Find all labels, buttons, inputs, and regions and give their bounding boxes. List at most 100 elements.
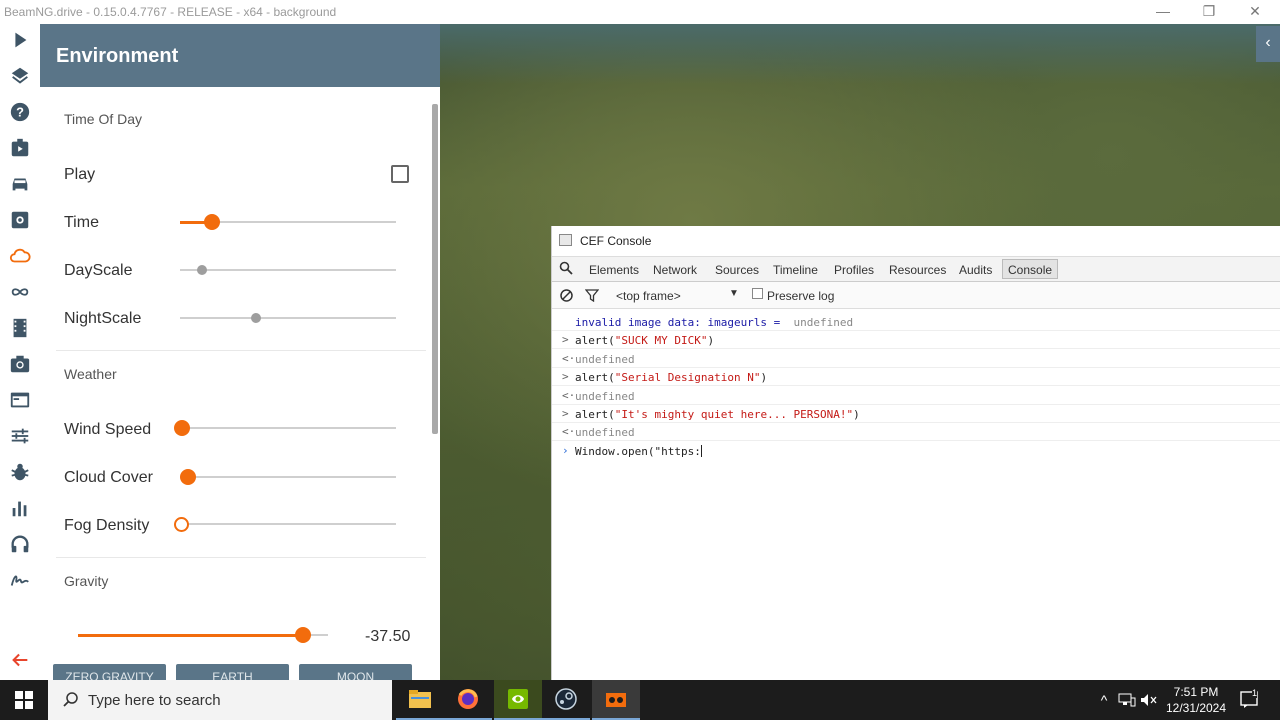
filter-icon[interactable]	[584, 289, 600, 305]
console-token: undefined	[575, 352, 635, 366]
network-icon[interactable]	[1116, 680, 1138, 720]
tab-network[interactable]: Network	[653, 263, 697, 277]
slider-thumb[interactable]	[174, 420, 190, 436]
console-token: alert(	[575, 371, 615, 385]
beamng-icon[interactable]	[592, 680, 640, 720]
dayscale-slider[interactable]	[180, 265, 396, 275]
windows-start-icon[interactable]	[0, 680, 48, 720]
fog-density-slider[interactable]	[173, 516, 396, 532]
layers-icon[interactable]	[8, 64, 32, 88]
browser-icon[interactable]	[8, 388, 32, 412]
restore-button[interactable]: ❐	[1186, 0, 1232, 24]
play-icon[interactable]	[8, 28, 32, 52]
console-input-line[interactable]: › Window.open("https:	[552, 442, 1280, 460]
clock-time: 7:51 PM	[1173, 685, 1219, 699]
tab-console[interactable]: Console	[1002, 259, 1059, 279]
cef-console-window: CEF Console Elements Network Sources Tim…	[551, 226, 1280, 680]
collapse-panel-button[interactable]: ‹	[1256, 26, 1280, 62]
search-icon[interactable]	[559, 261, 573, 278]
preserve-log-checkbox[interactable]	[752, 288, 763, 299]
notification-icon[interactable]: 1	[1236, 680, 1264, 720]
system-clock[interactable]: 7:51 PM 12/31/2024	[1160, 684, 1232, 716]
chart-icon[interactable]	[8, 496, 32, 520]
console-line-text: alert("It's mighty quiet here... PERSONA…	[575, 408, 860, 421]
tab-timeline[interactable]: Timeline	[773, 263, 818, 277]
steam-icon[interactable]	[542, 680, 590, 720]
moon-gravity-button[interactable]: MOON	[299, 664, 412, 680]
help-icon[interactable]: ?	[8, 100, 32, 124]
tab-sources[interactable]: Sources	[715, 263, 759, 277]
console-line: > alert("It's mighty quiet here... PERSON…	[552, 405, 1280, 423]
media-icon[interactable]	[8, 136, 32, 160]
sliders-icon[interactable]	[8, 424, 32, 448]
headphones-icon[interactable]	[8, 532, 32, 556]
time-of-day-heading: Time Of Day	[64, 111, 143, 127]
taskbar-search-input[interactable]: Type here to search	[48, 680, 392, 720]
slider-fill	[78, 633, 303, 637]
console-token: invalid image data: imageurls =	[575, 316, 787, 329]
firefox-icon[interactable]	[444, 680, 492, 720]
console-line: <· undefined	[552, 387, 1280, 405]
wind-speed-label: Wind Speed	[64, 421, 152, 438]
infinity-icon[interactable]	[8, 280, 32, 304]
chevron-up-icon[interactable]: ^	[1094, 680, 1114, 720]
weather-heading: Weather	[64, 366, 117, 382]
vehicle-config-icon[interactable]	[8, 208, 32, 232]
console-input[interactable]: Window.open("https:	[575, 445, 702, 458]
fog-density-label: Fog Density	[64, 517, 150, 534]
time-slider[interactable]	[180, 214, 396, 230]
sky	[440, 24, 1280, 84]
slider-thumb[interactable]	[173, 516, 189, 532]
console-token: )	[707, 334, 715, 348]
nightscale-slider[interactable]	[180, 313, 396, 323]
console-token: undefined	[786, 316, 854, 329]
frame-select[interactable]: <top frame>	[616, 289, 681, 303]
console-line-text: alert("Serial Designation N")	[575, 371, 767, 384]
chevron-down-icon[interactable]: ▼	[729, 288, 739, 299]
time-label: Time	[64, 214, 99, 231]
console-line: > alert("Serial Designation N")	[552, 368, 1280, 387]
slider-thumb[interactable]	[197, 265, 207, 275]
gravity-slider[interactable]	[78, 627, 328, 643]
preserve-log-label: Preserve log	[767, 289, 835, 303]
console-line: invalid image data: imageurls = undefine…	[552, 313, 1280, 331]
slider-thumb[interactable]	[251, 313, 261, 323]
zero-gravity-button[interactable]: ZERO GRAVITY	[53, 664, 166, 680]
divider	[56, 557, 426, 558]
nvidia-icon[interactable]	[494, 680, 542, 720]
tab-resources[interactable]: Resources	[889, 263, 946, 277]
console-line-text: undefined	[575, 390, 635, 403]
cloud-cover-slider[interactable]	[180, 469, 396, 485]
panel-scrollbar[interactable]	[432, 104, 438, 434]
window-title: BeamNG.drive - 0.15.0.4.7767 - RELEASE -…	[4, 5, 337, 19]
console-line: <· undefined	[552, 423, 1280, 442]
input-marker-icon: >	[562, 370, 569, 384]
tab-audits[interactable]: Audits	[959, 263, 992, 277]
play-checkbox[interactable]	[391, 165, 409, 183]
result-marker-icon: <·	[562, 388, 576, 402]
wind-speed-slider[interactable]	[174, 420, 396, 436]
earth-gravity-button[interactable]: EARTH	[176, 664, 289, 680]
tab-elements[interactable]: Elements	[589, 263, 639, 277]
console-line-text: undefined	[575, 426, 635, 439]
bug-icon[interactable]	[8, 460, 32, 484]
tab-profiles[interactable]: Profiles	[834, 263, 874, 277]
cloud-icon[interactable]	[8, 244, 32, 268]
camera-icon[interactable]	[8, 352, 32, 376]
back-arrow-icon[interactable]	[8, 648, 32, 672]
slider-thumb[interactable]	[180, 469, 196, 485]
signature-icon[interactable]	[8, 568, 32, 592]
slider-thumb[interactable]	[204, 214, 220, 230]
file-explorer-icon[interactable]	[396, 680, 444, 720]
slider-thumb[interactable]	[295, 627, 311, 643]
window-titlebar: BeamNG.drive - 0.15.0.4.7767 - RELEASE -…	[0, 0, 1280, 24]
volume-muted-icon[interactable]	[1138, 680, 1160, 720]
minimize-button[interactable]: —	[1140, 0, 1186, 24]
prompt-icon: ›	[562, 444, 569, 457]
console-line-text: alert("SUCK MY DICK")	[575, 334, 714, 347]
console-line: <· undefined	[552, 350, 1280, 368]
clear-console-icon[interactable]	[560, 289, 573, 305]
car-icon[interactable]	[8, 172, 32, 196]
film-icon[interactable]	[8, 316, 32, 340]
close-button[interactable]: ✕	[1232, 0, 1278, 24]
